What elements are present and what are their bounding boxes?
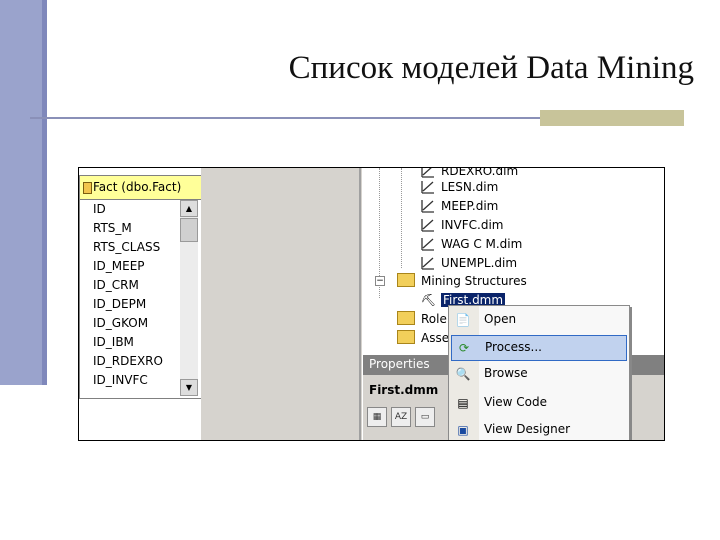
column-item[interactable]: ID_GKOM	[80, 314, 180, 333]
column-item[interactable]: ID_INVFC	[80, 371, 180, 390]
tree-item-dim[interactable]: INVFC.dim	[421, 216, 503, 234]
scroll-thumb[interactable]	[180, 218, 198, 242]
fact-table-title: Fact (dbo.Fact)	[93, 180, 182, 194]
alphabetical-icon[interactable]: AZ	[391, 407, 411, 427]
menu-item-browse[interactable]: 🔍 Browse	[451, 362, 625, 386]
menu-item-label: View Designer	[484, 422, 571, 436]
property-pages-icon[interactable]: ▭	[415, 407, 435, 427]
process-icon: ⟳	[458, 341, 470, 355]
title-rule	[30, 117, 540, 119]
dimension-icon	[421, 219, 434, 232]
dimension-icon	[421, 168, 434, 178]
mining-model-icon: ⛏	[421, 293, 437, 307]
column-item[interactable]: ID	[80, 200, 180, 219]
tree-item-label: Role	[421, 312, 447, 326]
column-item[interactable]: ID_CRM	[80, 276, 180, 295]
tree-item-assemblies[interactable]: Asse	[397, 329, 449, 347]
tree-item-label: Asse	[421, 331, 450, 345]
menu-item-label: View Code	[484, 395, 548, 409]
fact-table[interactable]: Fact (dbo.Fact) ID RTS_M RTS_CLASS ID_ME…	[79, 175, 202, 399]
tree-item-label: WAG C M.dim	[441, 237, 523, 251]
menu-item-label: Process...	[485, 340, 542, 354]
screenshot-frame: Fact (dbo.Fact) ID RTS_M RTS_CLASS ID_ME…	[78, 167, 665, 441]
context-menu: 📄 Open ⟳ Process... 🔍 Browse ▤ View Code…	[448, 305, 630, 440]
table-icon	[83, 182, 92, 194]
tree-item-roles[interactable]: Role	[397, 310, 447, 328]
pane-splitter[interactable]	[359, 168, 361, 440]
column-item[interactable]: ID_RDEXRO	[80, 352, 180, 371]
menu-item-view-code[interactable]: ▤ View Code	[451, 391, 625, 415]
column-item[interactable]: ID_MEEP	[80, 257, 180, 276]
tree-item-label: RDEXRO.dim	[441, 167, 519, 178]
scroll-down-icon[interactable]: ▼	[180, 379, 198, 396]
tree-item-label: Mining Structures	[421, 274, 527, 288]
tree-item-mining-structures[interactable]: Mining Structures	[397, 272, 527, 290]
tree-item-label: INVFC.dim	[441, 218, 504, 232]
properties-object-name[interactable]: First.dmm	[369, 383, 438, 397]
tree-item-dim[interactable]: MEEP.dim	[421, 197, 498, 215]
column-item[interactable]: ID_IBM	[80, 333, 180, 352]
tree-line	[401, 168, 402, 268]
tree-item-dim[interactable]: UNEMPL.dim	[421, 254, 517, 272]
dimension-icon	[421, 181, 434, 194]
dimension-icon	[421, 238, 434, 251]
tree-item-label: UNEMPL.dim	[441, 256, 518, 270]
tree-item-dim[interactable]: WAG C M.dim	[421, 235, 522, 253]
browse-icon: 🔍	[455, 367, 471, 381]
column-list: ID RTS_M RTS_CLASS ID_MEEP ID_CRM ID_DEP…	[80, 200, 180, 390]
menu-item-label: Open	[484, 312, 517, 326]
menu-item-process[interactable]: ⟳ Process...	[451, 335, 627, 361]
tree-item-label: MEEP.dim	[441, 199, 499, 213]
column-scrollbar[interactable]: ▲ ▼	[180, 200, 198, 396]
tree-item-label: LESN.dim	[441, 180, 499, 194]
view-designer-icon: ▣	[457, 423, 469, 437]
designer-background	[201, 168, 362, 440]
tree-item-dim[interactable]: LESN.dim	[421, 178, 498, 196]
open-icon: 📄	[455, 313, 471, 327]
menu-item-view-designer[interactable]: ▣ View Designer	[451, 418, 625, 440]
folder-icon	[397, 330, 415, 344]
slide-title: Список моделей Data Mining	[288, 50, 694, 86]
folder-icon	[397, 311, 415, 325]
menu-item-label: Browse	[484, 366, 528, 380]
dimension-icon	[421, 257, 434, 270]
column-item[interactable]: RTS_CLASS	[80, 238, 180, 257]
menu-item-open[interactable]: 📄 Open	[451, 308, 625, 332]
column-item[interactable]: ID_DEPM	[80, 295, 180, 314]
collapse-icon[interactable]: −	[375, 276, 385, 286]
scroll-up-icon[interactable]: ▲	[180, 200, 198, 217]
folder-open-icon	[397, 273, 415, 287]
fact-table-header[interactable]: Fact (dbo.Fact)	[80, 176, 201, 200]
dimension-icon	[421, 200, 434, 213]
properties-title: Properties	[369, 357, 430, 371]
column-item[interactable]: RTS_M	[80, 219, 180, 238]
slide-sidebar-edge	[42, 0, 47, 385]
title-accent	[540, 110, 684, 126]
view-code-icon: ▤	[457, 396, 469, 410]
categorized-icon[interactable]: ▦	[367, 407, 387, 427]
slide-sidebar	[0, 0, 47, 385]
